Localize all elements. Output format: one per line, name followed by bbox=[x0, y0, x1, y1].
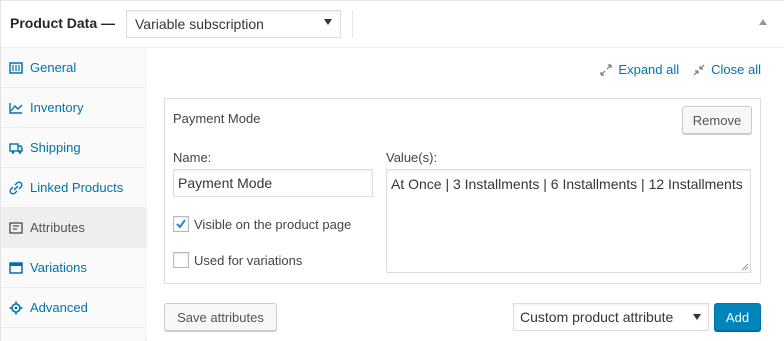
close-all-link[interactable]: Close all bbox=[693, 62, 761, 77]
visible-checkbox[interactable] bbox=[173, 216, 189, 232]
attribute-values-text: At Once | 3 Installments | 6 Installment… bbox=[391, 176, 743, 192]
tab-label: Inventory bbox=[30, 100, 84, 115]
attribute-select-value: Custom product attribute bbox=[520, 309, 674, 325]
attribute-name-input[interactable]: Payment Mode bbox=[173, 169, 373, 197]
close-all-label: Close all bbox=[711, 62, 761, 77]
attributes-panel: Expand all Close all Payment Mode Remove… bbox=[147, 48, 784, 341]
chevron-down-icon bbox=[693, 314, 701, 320]
product-type-value: Variable subscription bbox=[135, 16, 264, 32]
expand-all-label: Expand all bbox=[618, 62, 680, 77]
tab-variations[interactable]: Variations bbox=[1, 248, 146, 288]
collapse-toggle-icon[interactable] bbox=[759, 19, 767, 25]
product-data-panel: Product Data — Variable subscription Gen… bbox=[0, 0, 784, 341]
header-divider bbox=[352, 10, 353, 38]
attribute-title: Payment Mode bbox=[173, 111, 261, 126]
window-icon bbox=[9, 261, 23, 275]
gear-icon bbox=[9, 301, 23, 315]
product-data-tabs: General Inventory Shipping Linked Produc… bbox=[1, 48, 147, 341]
variations-checkbox-label: Used for variations bbox=[194, 252, 303, 268]
tab-linked-products[interactable]: Linked Products bbox=[1, 168, 146, 208]
tab-label: Variations bbox=[30, 260, 87, 275]
expand-all-link[interactable]: Expand all bbox=[600, 62, 679, 77]
chart-icon bbox=[9, 101, 23, 115]
checkmark-icon bbox=[176, 219, 186, 229]
used-for-variations-row[interactable]: Used for variations bbox=[173, 252, 302, 268]
tab-label: Attributes bbox=[30, 220, 85, 235]
link-icon bbox=[9, 180, 23, 195]
attribute-taxonomy-select[interactable]: Custom product attribute bbox=[513, 303, 709, 331]
tab-advanced[interactable]: Advanced bbox=[1, 288, 146, 328]
tab-label: Advanced bbox=[30, 300, 88, 315]
list-icon bbox=[9, 221, 23, 235]
tab-inventory[interactable]: Inventory bbox=[1, 88, 146, 128]
collapse-icon bbox=[693, 64, 705, 75]
panel-header: Product Data — Variable subscription bbox=[1, 1, 784, 48]
expand-icon bbox=[600, 63, 613, 76]
expand-close-toolbar: Expand all Close all bbox=[600, 62, 761, 77]
tab-label: Shipping bbox=[30, 140, 81, 155]
attribute-item: Payment Mode Remove Name: Payment Mode V… bbox=[164, 98, 761, 284]
attribute-header[interactable]: Payment Mode Remove bbox=[165, 99, 760, 137]
truck-icon bbox=[9, 141, 23, 155]
product-type-select[interactable]: Variable subscription bbox=[126, 10, 341, 38]
tab-general[interactable]: General bbox=[1, 48, 146, 88]
attribute-values-textarea[interactable]: At Once | 3 Installments | 6 Installment… bbox=[386, 169, 751, 273]
visible-checkbox-label: Visible on the product page bbox=[194, 216, 352, 232]
add-attribute-button[interactable]: Add bbox=[714, 303, 761, 331]
remove-button[interactable]: Remove bbox=[682, 106, 752, 134]
tab-attributes[interactable]: Attributes bbox=[1, 208, 147, 248]
values-label: Value(s): bbox=[386, 150, 438, 165]
tab-label: General bbox=[30, 60, 77, 75]
tab-shipping[interactable]: Shipping bbox=[1, 128, 146, 168]
tab-label: Linked Products bbox=[30, 180, 124, 195]
grid-icon bbox=[9, 61, 23, 75]
variations-checkbox[interactable] bbox=[173, 252, 189, 268]
name-label: Name: bbox=[173, 150, 212, 165]
save-attributes-button[interactable]: Save attributes bbox=[164, 303, 277, 331]
visible-on-product-page-row[interactable]: Visible on the product page bbox=[173, 216, 351, 232]
panel-title: Product Data — bbox=[10, 15, 116, 31]
chevron-down-icon bbox=[324, 19, 332, 25]
resize-grip-icon[interactable] bbox=[741, 263, 749, 271]
